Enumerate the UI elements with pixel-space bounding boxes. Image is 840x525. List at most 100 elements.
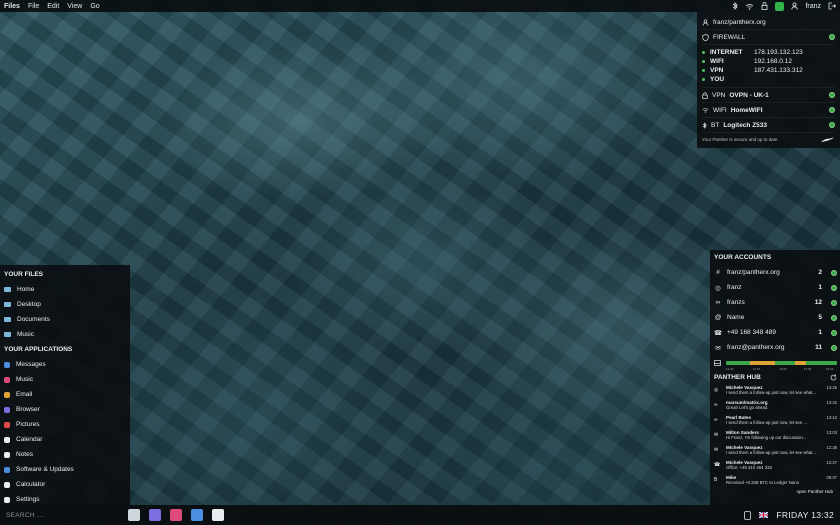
app-item-label: Notes (16, 451, 33, 458)
account-count: 2 (818, 269, 822, 276)
account-row[interactable]: ✉ franz@pantherx.org 11 (714, 340, 837, 355)
file-item-documents[interactable]: Documents (0, 312, 130, 327)
message-preview: Great! Let's go ahead. (726, 405, 769, 410)
tablet-icon[interactable] (744, 510, 752, 520)
account-row[interactable]: # franz/pantherx.org 2 (714, 265, 837, 280)
bluetooth-icon[interactable] (732, 2, 739, 10)
logout-icon[interactable] (828, 2, 836, 10)
app-item[interactable]: Calendar (0, 432, 130, 447)
system-tray: franz (732, 0, 836, 12)
app-item[interactable]: Messages (0, 357, 130, 372)
accounts-title: YOUR ACCOUNTS (714, 254, 772, 261)
ip-list: INTERNET 178.193.132.123 WIFI 192.168.0.12… (702, 45, 835, 88)
hub-message[interactable]: ∞ marsum/matrix.org 13:22 Great! Let's go a… (714, 399, 837, 414)
link-icon: ∞ (714, 417, 718, 423)
app-item[interactable]: Calculator (0, 477, 130, 492)
bluetooth-row[interactable]: BT Logitech Z533 (702, 118, 835, 133)
app-icon (4, 361, 10, 368)
app-item[interactable]: Music (0, 372, 130, 387)
uk-flag-icon[interactable] (759, 511, 769, 519)
app-name[interactable]: Files (4, 3, 20, 10)
account-label: +49 168 348 489 (727, 329, 776, 336)
app-icon (4, 451, 10, 458)
wifi-row[interactable]: WIFI HomeWIFI (702, 103, 835, 118)
account-row[interactable]: ☎ +49 168 348 489 1 (714, 325, 837, 340)
vpn-row[interactable]: VPN OVPN - UK-1 (702, 88, 835, 103)
app-item-label: Messages (16, 361, 46, 368)
music-icon[interactable] (170, 509, 182, 521)
hub-message[interactable]: B Mike 09:37 Received +0.348 BTC to Ledger … (714, 474, 837, 489)
browser-icon[interactable] (149, 509, 161, 521)
account-count: 12 (814, 299, 822, 306)
message-time: 09:37 (826, 475, 837, 480)
account-row[interactable]: ∞ franzs 12 (714, 295, 837, 310)
account-count: 5 (818, 314, 822, 321)
file-item-desktop[interactable]: Desktop (0, 297, 130, 312)
launcher-panel: YOUR FILES Home Desktop Documents Music … (0, 265, 130, 505)
menu-go[interactable]: Go (90, 3, 99, 10)
hdd-icon (714, 359, 721, 366)
app-icon (4, 496, 10, 503)
status-dot (702, 78, 705, 81)
phone-icon: ☎ (714, 329, 723, 337)
bluetooth-icon (702, 121, 707, 129)
shield-badge-icon[interactable] (775, 1, 785, 11)
wifi-status-dot (829, 107, 835, 113)
hub-message[interactable]: ∞ Pearl Bates 13:12 I send them a follow-up… (714, 414, 837, 429)
app-item[interactable]: Notes (0, 447, 130, 462)
file-item-music[interactable]: Music (0, 327, 130, 342)
messages-icon[interactable] (191, 509, 203, 521)
phone-icon: ☎ (714, 462, 721, 468)
search-input[interactable]: SEARCH ... (0, 512, 120, 519)
app-item[interactable]: Browser (0, 402, 130, 417)
message-preview: I send them a follow-up just now, let se… (726, 420, 807, 425)
mail-icon: ✉ (714, 447, 719, 453)
app-item[interactable]: Pictures (0, 417, 130, 432)
message-preview: Office: +49 310 464 333 (726, 465, 772, 470)
menu-edit[interactable]: Edit (47, 3, 59, 10)
clock[interactable]: FRIDAY 13:32 (776, 510, 834, 520)
ip-label: WIFI (710, 58, 724, 65)
app-item[interactable]: Email (0, 387, 130, 402)
app-menu: Files File Edit View Go (0, 3, 100, 10)
status-dot (702, 60, 705, 63)
refresh-icon[interactable] (830, 374, 837, 381)
mail-icon: ✉ (715, 344, 721, 352)
account-count: 11 (815, 344, 822, 351)
panther-hub-panel: PANTHER HUB ◎ Michele Vasquez 13:25 I send … (710, 370, 840, 505)
app-icon (4, 376, 10, 383)
file-item-label: Desktop (17, 301, 41, 308)
account-status-dot (831, 344, 837, 351)
firewall-row[interactable]: FIREWALL (702, 30, 835, 45)
app-item-label: Software & Updates (16, 466, 74, 473)
wifi-name: HomeWIFI (730, 106, 763, 114)
hub-message[interactable]: ✉ Milton Sanders 13:03 Hi Franz, I'm follow… (714, 429, 837, 444)
hub-message[interactable]: ✉ Michele Vasquez 12:38 I send them a follo… (714, 444, 837, 459)
hub-message[interactable]: ☎ Michele Vasquez 12:27 Office: +49 310 464… (714, 459, 837, 474)
message-time: 12:27 (826, 460, 837, 465)
menu-file[interactable]: File (28, 3, 39, 10)
account-row[interactable]: franz/pantherx.org (702, 15, 835, 30)
wifi-icon[interactable] (745, 3, 754, 10)
menu-view[interactable]: View (67, 3, 82, 10)
open-hub-link[interactable]: open Panther Hub (714, 489, 837, 494)
vpn-name: OVPN - UK-1 (729, 91, 769, 99)
file-item-home[interactable]: Home (0, 282, 130, 297)
account-row[interactable]: @ Name 5 (714, 310, 837, 325)
account-row[interactable]: ◎ franz 1 (714, 280, 837, 295)
files-icon[interactable] (128, 509, 140, 521)
user-icon[interactable] (791, 2, 799, 10)
hub-message[interactable]: ◎ Michele Vasquez 13:25 I send them a follo… (714, 384, 837, 399)
app-item[interactable]: Software & Updates (0, 462, 130, 477)
link-icon: ∞ (714, 402, 718, 408)
settings-icon[interactable] (212, 509, 224, 521)
username[interactable]: franz (805, 3, 821, 10)
lock-icon[interactable] (761, 2, 768, 10)
message-preview: I send them a follow-up just now, let se… (726, 450, 817, 455)
files-section-title: YOUR FILES (4, 271, 44, 278)
dock-tray: FRIDAY 13:32 (744, 505, 834, 525)
hub-header: PANTHER HUB (714, 370, 837, 384)
status-dot (702, 51, 705, 54)
account-count: 1 (818, 284, 822, 291)
panther-logo-icon (821, 137, 835, 142)
